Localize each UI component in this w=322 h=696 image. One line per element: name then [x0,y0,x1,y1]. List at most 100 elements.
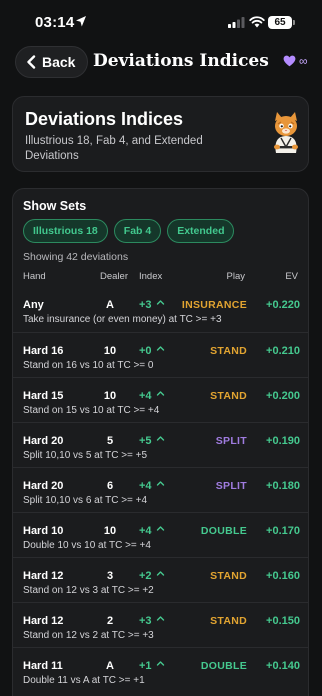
row-play: STAND [210,390,247,402]
premium-badge[interactable]: ∞ [283,55,308,67]
row-index: +4 [139,525,152,537]
chevron-up-icon [156,391,165,396]
column-header-index: Index [139,271,163,282]
row-ev: +0.150 [266,615,300,627]
row-index: +4 [139,390,152,402]
row-play: STAND [210,570,247,582]
row-dealer: 3 [106,570,114,582]
chevron-up-icon [156,346,165,351]
chevron-up-icon [156,481,165,486]
row-ev: +0.140 [266,660,300,672]
row-play: STAND [210,615,247,627]
row-index: +2 [139,570,152,582]
row-index: +1 [139,660,152,672]
row-index: +5 [139,435,152,447]
location-arrow-icon [76,16,86,27]
row-play: DOUBLE [200,525,247,537]
table-row[interactable]: Hard 16 10 +0 STAND +0.210 Stand on 16 vs 10 … [13,332,308,377]
row-description: Split 10,10 vs 5 at TC >= +5 [23,450,148,461]
chevron-left-icon [27,55,36,69]
show-sets-title: Show Sets [23,199,87,213]
chip-illustrious-18[interactable]: Illustrious 18 [23,219,108,243]
row-hand: Hard 12 [23,570,64,582]
table-row[interactable]: Hard 20 6 +4 SPLIT +0.180 Split 10,10 vs 6 at… [13,467,308,512]
row-description: Stand on 12 vs 3 at TC >= +2 [23,585,154,596]
row-hand: Hard 11 [23,660,63,672]
row-play: STAND [210,345,247,357]
row-description: Split 10,10 vs 6 at TC >= +4 [23,495,148,506]
row-dealer: 2 [106,615,114,627]
row-dealer: 5 [106,435,114,447]
row-dealer: 10 [103,525,117,537]
column-header-dealer: Dealer [100,271,128,282]
row-play: INSURANCE [181,299,247,311]
back-button[interactable]: Back [15,46,89,78]
row-dealer: 10 [103,345,117,357]
row-hand: Hard 10 [23,525,64,537]
deviation-count: Showing 42 deviations [23,251,129,263]
header-title: Deviations Indices [25,109,184,129]
row-dealer: A [106,660,114,672]
row-description: Stand on 15 vs 10 at TC >= +4 [23,405,160,416]
row-hand: Any [23,299,44,311]
chevron-up-icon [156,300,165,305]
row-hand: Hard 15 [23,390,64,402]
chip-extended[interactable]: Extended [167,219,235,243]
infinity-symbol: ∞ [299,54,308,68]
row-description: Double 10 vs 10 at TC >= +4 [23,540,151,551]
table-row[interactable]: Hard 12 3 +2 STAND +0.160 Stand on 12 vs 3 at… [13,557,308,602]
row-hand: Hard 20 [23,480,64,492]
chevron-up-icon [156,616,165,621]
chevron-up-icon [156,436,165,441]
row-ev: +0.180 [266,480,300,492]
row-description: Stand on 12 vs 2 at TC >= +3 [23,630,154,641]
table-row[interactable]: Hard 15 10 +4 STAND +0.200 Stand on 15 vs 10 … [13,377,308,422]
row-dealer: A [106,299,114,311]
table-row[interactable]: Hard 11 A +1 DOUBLE +0.140 Double 11 vs A at … [13,647,308,692]
row-play: DOUBLE [200,660,247,672]
row-index: +3 [139,615,152,627]
row-dealer: 6 [106,480,114,492]
row-ev: +0.160 [266,570,300,582]
navigation-bar: Back Deviations Indices ∞ [0,44,322,80]
row-ev: +0.190 [266,435,300,447]
row-ev: +0.220 [266,299,300,311]
status-bar: 03:14 65 [0,0,322,46]
battery-tip [293,20,295,25]
wifi-icon [249,16,265,28]
row-index: +4 [139,480,152,492]
row-play: SPLIT [215,480,247,492]
row-ev: +0.170 [266,525,300,537]
row-index: +3 [139,299,152,311]
set-filter-chips: Illustrious 18 Fab 4 Extended [23,219,235,243]
column-header-ev: EV [285,271,298,282]
row-hand: Hard 16 [23,345,64,357]
chevron-up-icon [156,526,165,531]
page-title: Deviations Indices [93,51,269,71]
row-ev: +0.210 [266,345,300,357]
row-hand: Hard 12 [23,615,64,627]
chip-fab-4[interactable]: Fab 4 [113,219,162,243]
cat-mascot-icon [274,112,298,153]
row-description: Stand on 16 vs 10 at TC >= 0 [23,360,154,371]
row-description: Take insurance (or even money) at TC >= … [23,314,222,325]
table-row[interactable]: Any A +3 INSURANCE +0.220 Take insurance (or … [13,287,308,332]
battery-indicator: 65 [268,16,292,29]
column-header-hand: Hand [23,271,46,282]
heart-icon [283,55,296,67]
row-hand: Hard 20 [23,435,64,447]
back-label: Back [42,54,76,70]
row-description: Double 11 vs A at TC >= +1 [23,675,145,686]
row-ev: +0.200 [266,390,300,402]
table-row[interactable]: Hard 20 5 +5 SPLIT +0.190 Split 10,10 vs 5 at… [13,422,308,467]
status-time: 03:14 [35,14,75,31]
deviations-card: Show Sets Illustrious 18 Fab 4 Extended … [12,188,309,696]
table-row[interactable]: Hard 12 2 +3 STAND +0.150 Stand on 12 vs 2 at… [13,602,308,647]
column-header-play: Play [226,271,245,282]
chevron-up-icon [156,571,165,576]
row-dealer: 10 [103,390,117,402]
deviation-list: Any A +3 INSURANCE +0.220 Take insurance (or … [13,287,308,692]
table-row[interactable]: Hard 10 10 +4 DOUBLE +0.170 Double 10 vs 10 a… [13,512,308,557]
chevron-up-icon [156,661,165,666]
row-play: SPLIT [215,435,247,447]
